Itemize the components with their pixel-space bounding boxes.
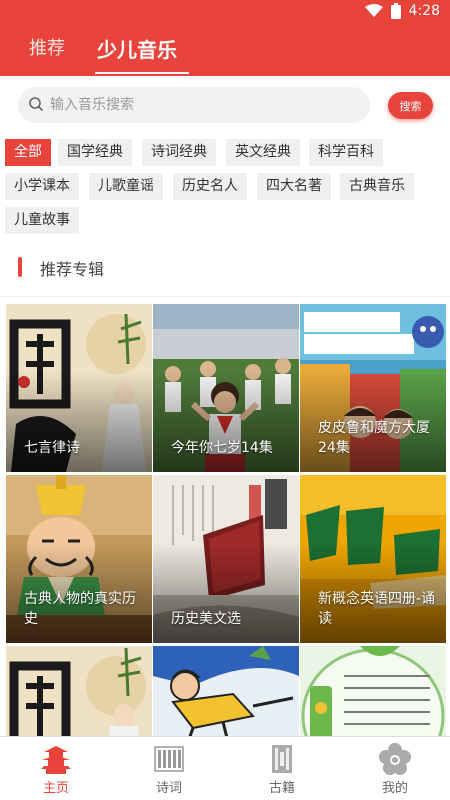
nav-label: 诗词 xyxy=(155,781,182,796)
status-time: 4:28 xyxy=(408,3,440,19)
battery-icon xyxy=(390,3,401,19)
divider xyxy=(0,296,450,297)
album-card[interactable]: 历史美文选 xyxy=(153,475,299,643)
category-chip[interactable]: 四大名著 xyxy=(257,173,331,200)
tab-children-music[interactable]: 少儿音乐 xyxy=(97,34,177,63)
header-tabs: 推荐 少儿音乐 xyxy=(0,30,450,76)
category-chip[interactable]: 科学百科 xyxy=(309,139,383,166)
nav-classics[interactable]: 古籍 xyxy=(226,737,338,800)
pagoda-icon xyxy=(41,746,71,774)
category-chip[interactable]: 英文经典 xyxy=(226,139,300,166)
app-header: 4:28 推荐 少儿音乐 xyxy=(0,0,450,76)
status-bar: 4:28 xyxy=(0,0,450,24)
bottom-navigation: 主页 诗词 古籍 我的 xyxy=(0,736,450,800)
section-header: 推荐专辑 xyxy=(0,250,450,286)
album-title: 七言律诗 xyxy=(24,440,80,456)
nav-label: 我的 xyxy=(381,781,408,796)
nav-profile[interactable]: 我的 xyxy=(339,737,450,800)
search-button[interactable]: 搜索 xyxy=(388,92,433,119)
album-card[interactable]: 今年你七岁14集 xyxy=(153,304,299,472)
section-accent-bar xyxy=(18,257,22,277)
album-card[interactable]: 古典人物的真实历史 xyxy=(6,475,152,643)
search-icon xyxy=(28,96,44,116)
category-chip[interactable]: 古典音乐 xyxy=(340,173,414,200)
category-chip[interactable]: 儿歌童谣 xyxy=(89,173,163,200)
album-card[interactable]: 七言律诗 xyxy=(6,304,152,472)
category-chip[interactable]: 儿童故事 xyxy=(5,207,79,234)
flower-profile-icon xyxy=(379,743,411,775)
search-input[interactable] xyxy=(50,87,360,123)
category-chip[interactable]: 历史名人 xyxy=(173,173,247,200)
nav-label: 古籍 xyxy=(268,781,295,796)
section-title: 推荐专辑 xyxy=(40,260,105,279)
album-title: 古典人物的真实历史 xyxy=(24,591,136,627)
album-card[interactable]: 新概念英语四册-诵读 xyxy=(300,475,446,643)
ancient-book-icon xyxy=(272,745,292,773)
nav-home[interactable]: 主页 xyxy=(0,737,112,800)
nav-label: 主页 xyxy=(42,781,69,796)
category-chip[interactable]: 国学经典 xyxy=(58,139,132,166)
wifi-icon xyxy=(364,4,383,18)
category-chip-all[interactable]: 全部 xyxy=(5,139,51,166)
category-chip[interactable]: 诗词经典 xyxy=(142,139,216,166)
tab-recommend[interactable]: 推荐 xyxy=(29,34,65,60)
album-title: 皮皮鲁和魔方大厦24集 xyxy=(318,420,430,456)
category-chip[interactable]: 小学课本 xyxy=(5,173,79,200)
nav-poetry[interactable]: 诗词 xyxy=(113,737,225,800)
album-card[interactable]: 皮皮鲁和魔方大厦24集 xyxy=(300,304,446,472)
active-tab-indicator xyxy=(95,72,189,74)
album-title: 今年你七岁14集 xyxy=(171,440,273,456)
bamboo-scroll-icon xyxy=(154,746,184,772)
album-title: 历史美文选 xyxy=(171,611,241,627)
search-box xyxy=(18,87,370,123)
album-title: 新概念英语四册-诵读 xyxy=(318,591,436,627)
